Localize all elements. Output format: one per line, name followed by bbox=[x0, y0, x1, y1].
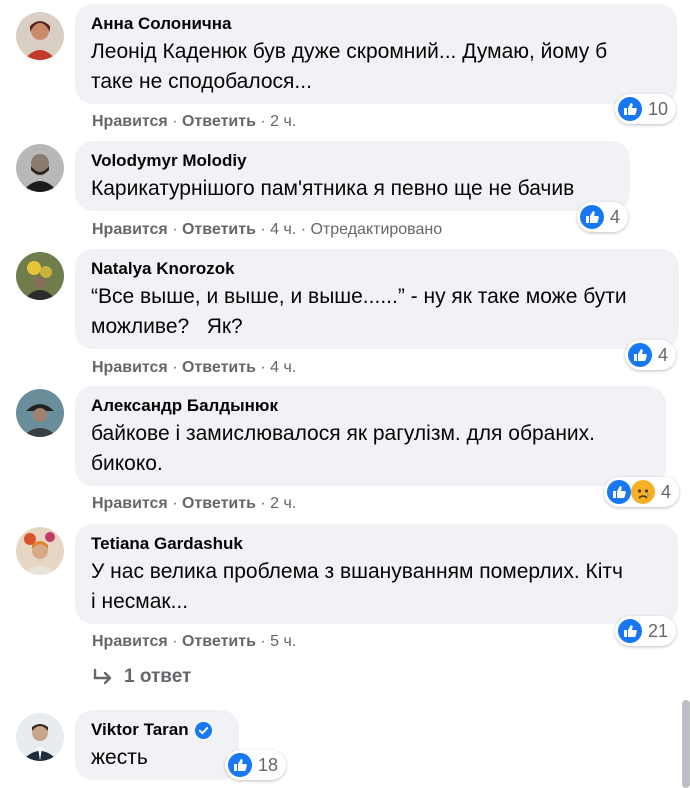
reply-action[interactable]: Ответить bbox=[182, 495, 256, 512]
reply-action[interactable]: Ответить bbox=[182, 221, 256, 238]
sad-reaction-icon bbox=[631, 480, 655, 504]
separator: · bbox=[255, 359, 271, 376]
like-reaction-icon bbox=[607, 480, 631, 504]
like-reaction-icon bbox=[618, 619, 642, 643]
comment-bubble: Volodymyr Molodiy Карикатурнішого пам'ят… bbox=[75, 141, 630, 211]
comment-actions: Нравится · Ответить · 4 ч. · Отредактиро… bbox=[92, 221, 442, 239]
like-reaction-icon bbox=[618, 97, 642, 121]
avatar[interactable] bbox=[16, 713, 64, 761]
reaction-summary[interactable]: 18 bbox=[225, 750, 287, 780]
reaction-summary[interactable]: 4 bbox=[604, 477, 680, 507]
reaction-count: 18 bbox=[258, 754, 279, 775]
comment-author[interactable]: Александр Балдынюк bbox=[91, 395, 650, 417]
reaction-count: 4 bbox=[610, 206, 621, 227]
like-action[interactable]: Нравится bbox=[92, 359, 168, 376]
verified-badge-icon bbox=[194, 721, 212, 739]
comment-text-line: Леонід Каденюк був дуже скромний... Дума… bbox=[91, 40, 608, 63]
comment-text-line: бикоко. bbox=[91, 452, 163, 475]
comment-author-name[interactable]: Viktor Taran bbox=[91, 719, 189, 741]
reaction-count: 21 bbox=[648, 620, 669, 641]
replies-count-label: 1 ответ bbox=[124, 666, 192, 687]
reply-action[interactable]: Ответить bbox=[182, 633, 256, 650]
reply-arrow-icon bbox=[92, 667, 114, 687]
comment-author[interactable]: Volodymyr Molodiy bbox=[91, 150, 614, 172]
separator: · bbox=[255, 113, 271, 130]
like-action[interactable]: Нравится bbox=[92, 221, 168, 238]
comment-text-line: Карикатурнішого пам'ятника я певно ще не… bbox=[91, 177, 575, 200]
comment-text-line: таке не сподобалося... bbox=[91, 70, 312, 93]
separator: · bbox=[167, 359, 182, 376]
comment-text: У нас велика проблема з вшануванням поме… bbox=[91, 557, 662, 617]
reaction-count: 4 bbox=[658, 344, 669, 365]
comment-text-line: і несмак... bbox=[91, 590, 189, 613]
like-reaction-icon bbox=[228, 753, 252, 777]
separator: · bbox=[167, 113, 182, 130]
edited-label: Отредактировано bbox=[310, 221, 443, 238]
comment-actions: Нравится · Ответить · 2 ч. bbox=[92, 495, 296, 513]
separator: · bbox=[296, 221, 311, 238]
comment-author[interactable]: Анна Солонична bbox=[91, 13, 661, 35]
comment-text-line: можливе? Як? bbox=[91, 315, 243, 338]
avatar[interactable] bbox=[16, 252, 64, 300]
avatar[interactable] bbox=[16, 527, 64, 575]
comment-bubble: Александр Балдынюк байкове і замислювало… bbox=[75, 386, 666, 486]
avatar[interactable] bbox=[16, 144, 64, 192]
like-action[interactable]: Нравится bbox=[92, 113, 168, 130]
comment-bubble: Viktor Taran жесть bbox=[75, 710, 239, 780]
comment-text-line: жесть bbox=[91, 746, 148, 769]
comment-text-line: “Все выше, и выше, и выше......” - ну як… bbox=[91, 285, 627, 308]
like-reaction-icon bbox=[628, 343, 652, 367]
comment-author[interactable]: Natalya Knorozok bbox=[91, 258, 663, 280]
like-action[interactable]: Нравится bbox=[92, 495, 168, 512]
separator: · bbox=[167, 495, 182, 512]
comment-text: Леонід Каденюк був дуже скромний... Дума… bbox=[91, 37, 661, 97]
separator: · bbox=[255, 495, 271, 512]
comment-text-line: У нас велика проблема з вшануванням поме… bbox=[91, 560, 623, 583]
like-reaction-icon bbox=[580, 205, 604, 229]
comment-bubble: Tetiana Gardashuk У нас велика проблема … bbox=[75, 524, 678, 624]
reaction-summary[interactable]: 4 bbox=[625, 340, 677, 370]
comment-time[interactable]: 2 ч. bbox=[270, 113, 296, 130]
comment-text: жесть bbox=[91, 743, 223, 773]
like-action[interactable]: Нравится bbox=[92, 633, 168, 650]
reply-action[interactable]: Ответить bbox=[182, 359, 256, 376]
comment-text: байкове і замислювалося як рагулізм. для… bbox=[91, 419, 650, 479]
comment-time[interactable]: 4 ч. bbox=[270, 359, 296, 376]
comment-time[interactable]: 5 ч. bbox=[270, 633, 296, 650]
reply-action[interactable]: Ответить bbox=[182, 113, 256, 130]
comment-text-line: байкове і замислювалося як рагулізм. для… bbox=[91, 422, 595, 445]
comment-text: Карикатурнішого пам'ятника я певно ще не… bbox=[91, 174, 614, 204]
comment-bubble: Natalya Knorozok “Все выше, и выше, и вы… bbox=[75, 249, 679, 349]
reaction-summary[interactable]: 10 bbox=[615, 94, 677, 124]
reaction-count: 10 bbox=[648, 98, 669, 119]
reaction-summary[interactable]: 4 bbox=[577, 202, 629, 232]
avatar[interactable] bbox=[16, 389, 64, 437]
comment-author[interactable]: Viktor Taran bbox=[91, 719, 223, 741]
separator: · bbox=[167, 221, 182, 238]
separator: · bbox=[255, 633, 271, 650]
comment-bubble: Анна Солонична Леонід Каденюк був дуже с… bbox=[75, 4, 677, 104]
comment-actions: Нравится · Ответить · 5 ч. bbox=[92, 633, 296, 651]
comment-actions: Нравится · Ответить · 2 ч. bbox=[92, 113, 296, 131]
comment-author[interactable]: Tetiana Gardashuk bbox=[91, 533, 662, 555]
scrollbar[interactable] bbox=[682, 700, 690, 788]
separator: · bbox=[167, 633, 182, 650]
separator: · bbox=[255, 221, 271, 238]
reaction-summary[interactable]: 21 bbox=[615, 616, 677, 646]
comment-text: “Все выше, и выше, и выше......” - ну як… bbox=[91, 282, 663, 342]
comment-time[interactable]: 2 ч. bbox=[270, 495, 296, 512]
comment-actions: Нравится · Ответить · 4 ч. bbox=[92, 359, 296, 377]
avatar[interactable] bbox=[16, 12, 64, 60]
reaction-count: 4 bbox=[661, 481, 672, 502]
view-replies-link[interactable]: 1 ответ bbox=[92, 666, 191, 688]
comment-time[interactable]: 4 ч. bbox=[270, 221, 296, 238]
